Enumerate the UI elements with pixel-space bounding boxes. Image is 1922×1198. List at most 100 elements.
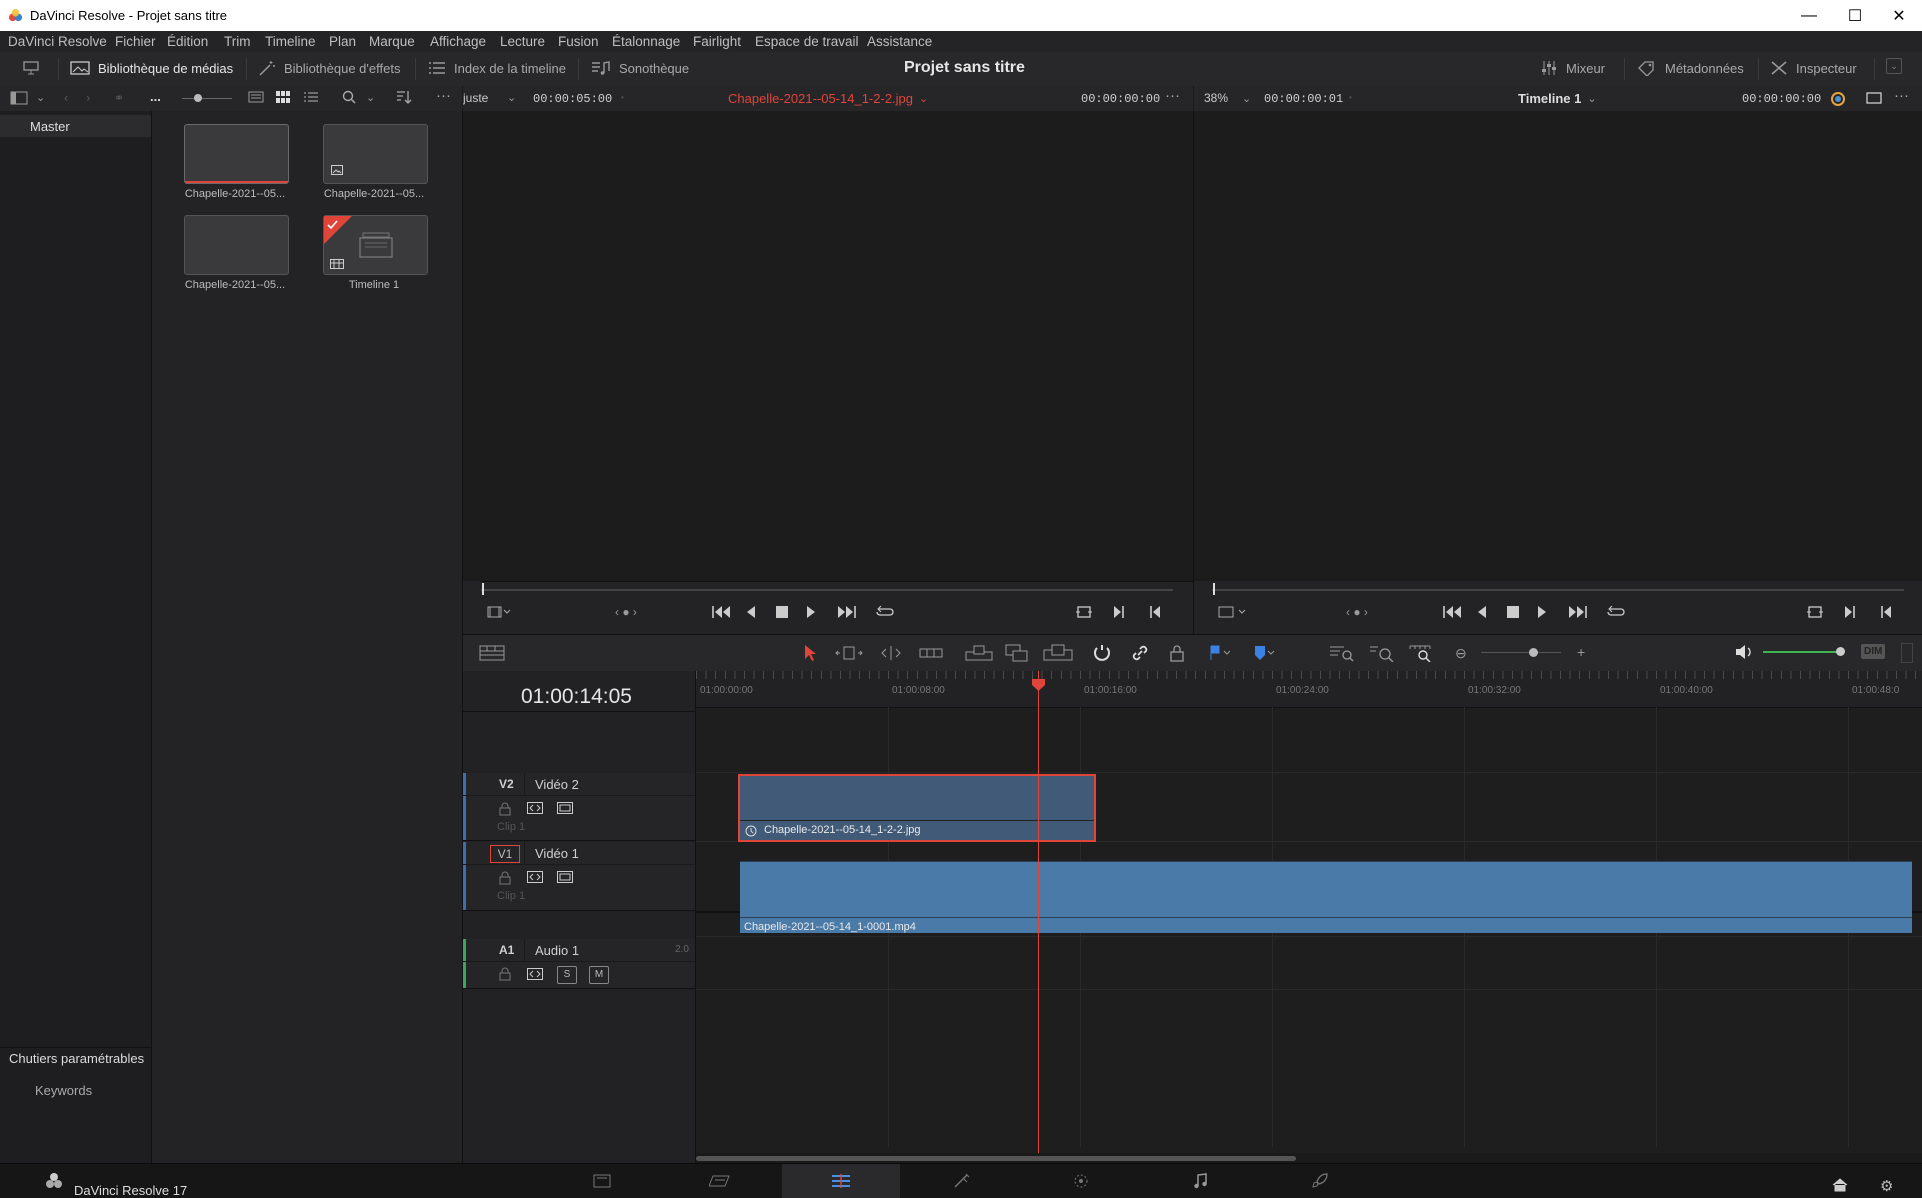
go-to-start-icon[interactable] xyxy=(1442,605,1462,619)
cut-page-button[interactable] xyxy=(661,1164,779,1198)
menu-marque[interactable]: Marque xyxy=(369,34,415,49)
snapping-icon[interactable] xyxy=(1093,644,1111,662)
mixer-button[interactable]: Mixeur xyxy=(1540,60,1605,76)
minimize-button[interactable]: — xyxy=(1786,0,1832,31)
blade-tool-icon[interactable] xyxy=(919,645,943,661)
forward-nav-icon[interactable]: › xyxy=(86,90,90,105)
auto-track-select-icon[interactable] xyxy=(527,802,543,814)
timeline-viewer-options-icon[interactable]: ··· xyxy=(1894,87,1909,104)
overwrite-clip-icon[interactable] xyxy=(1005,644,1029,662)
jog-control-icon[interactable]: ‹ ● › xyxy=(615,605,637,619)
zoom-out-icon[interactable]: ⊖ xyxy=(1455,645,1467,662)
menu-davinci-resolve[interactable]: DaVinci Resolve xyxy=(8,34,107,49)
search-dropdown-icon[interactable]: ⌄ xyxy=(366,91,375,104)
timeline-zoom-slider[interactable] xyxy=(1481,648,1561,657)
media-clip-thumbnail[interactable] xyxy=(184,215,289,275)
source-viewer[interactable] xyxy=(463,111,1194,581)
mark-in-icon[interactable] xyxy=(1113,605,1125,619)
timeline-index-button[interactable]: Index de la timeline xyxy=(428,60,566,76)
insert-clip-icon[interactable] xyxy=(965,644,993,662)
selection-tool-icon[interactable] xyxy=(803,644,817,662)
track-header-a1[interactable]: A1 Audio 1 2.0 S M xyxy=(463,939,695,989)
sort-icon[interactable] xyxy=(396,90,412,104)
workspace-icon[interactable] xyxy=(22,60,40,76)
lock-icon[interactable] xyxy=(499,871,511,885)
maximize-button[interactable]: ☐ xyxy=(1832,0,1878,31)
flag-icon[interactable] xyxy=(1209,645,1233,661)
trim-tool-icon[interactable] xyxy=(835,645,863,661)
timeline-ruler[interactable]: 01:00:00:00 01:00:08:00 01:00:16:00 01:0… xyxy=(696,671,1922,708)
effects-library-button[interactable]: Bibliothèque d'effets xyxy=(258,60,400,76)
expand-options-button[interactable]: ⌄ xyxy=(1886,58,1902,74)
metadata-view-icon[interactable] xyxy=(248,91,264,103)
zoom-in-icon[interactable]: + xyxy=(1577,644,1585,660)
marker-icon[interactable] xyxy=(1253,645,1277,661)
track-header-v1[interactable]: V1 Vidéo 1 Clip 1 xyxy=(463,842,695,911)
timeline-scrollbar-thumb[interactable] xyxy=(696,1156,1296,1161)
disable-track-icon[interactable] xyxy=(557,871,573,883)
zoom-dropdown[interactable]: 38% ⌄ xyxy=(1204,91,1251,105)
media-library-button[interactable]: Bibliothèque de médias xyxy=(70,60,233,76)
timeline-clip-v2[interactable]: Chapelle-2021--05-14_1-2-2.jpg xyxy=(738,774,1096,842)
zoom-custom-icon[interactable] xyxy=(1409,644,1435,662)
fit-dropdown[interactable]: Ajuste ⌄ xyxy=(463,86,523,111)
thumbnail-size-slider[interactable] xyxy=(182,94,232,102)
single-viewer-icon[interactable] xyxy=(1866,92,1882,104)
menu-espace-de-travail[interactable]: Espace de travail xyxy=(755,34,859,49)
volume-slider[interactable] xyxy=(1763,647,1845,656)
link-bins-icon[interactable]: ⚭ xyxy=(114,91,124,105)
close-button[interactable]: ✕ xyxy=(1876,0,1922,31)
metadata-button[interactable]: Métadonnées xyxy=(1637,60,1744,76)
viewer-mode-icon[interactable] xyxy=(1218,606,1248,618)
color-page-button[interactable] xyxy=(1022,1164,1140,1198)
match-frame-icon[interactable] xyxy=(1806,605,1824,619)
timeline-name-dropdown[interactable]: Timeline 1 ⌄ xyxy=(1518,91,1597,106)
list-view-icon[interactable] xyxy=(304,91,318,103)
menu-timeline[interactable]: Timeline xyxy=(265,34,316,49)
track-name-v1[interactable]: Vidéo 1 xyxy=(535,846,579,861)
track-id-a1[interactable]: A1 xyxy=(499,943,514,957)
solo-button[interactable]: S xyxy=(557,966,577,984)
menu-affichage[interactable]: Affichage xyxy=(430,34,486,49)
media-page-button[interactable] xyxy=(543,1164,661,1198)
loop-icon[interactable] xyxy=(875,605,895,619)
timeline-thumbnail[interactable] xyxy=(323,215,428,275)
zoom-detail-icon[interactable] xyxy=(1369,644,1395,662)
position-lock-icon[interactable] xyxy=(1169,644,1185,662)
sound-library-button[interactable]: Sonothèque xyxy=(591,60,689,76)
menu-fusion[interactable]: Fusion xyxy=(558,34,599,49)
audio-meter-toggle[interactable] xyxy=(1901,643,1913,663)
play-reverse-icon[interactable] xyxy=(746,605,756,619)
back-nav-icon[interactable]: ‹ xyxy=(64,90,68,105)
track-name-v2[interactable]: Vidéo 2 xyxy=(535,777,579,792)
go-to-start-icon[interactable] xyxy=(711,605,731,619)
track-id-v2[interactable]: V2 xyxy=(499,777,514,791)
media-clip-thumbnail[interactable] xyxy=(323,124,428,184)
source-scrubber[interactable] xyxy=(481,589,1173,591)
viewer-mode-icon[interactable] xyxy=(487,606,511,618)
menu-fairlight[interactable]: Fairlight xyxy=(693,34,741,49)
timeline-scrollbar[interactable] xyxy=(696,1153,1922,1163)
mute-button[interactable]: M xyxy=(589,966,609,984)
menu-edition[interactable]: Édition xyxy=(167,34,208,49)
search-icon[interactable] xyxy=(342,90,356,104)
go-to-end-icon[interactable] xyxy=(1568,605,1588,619)
auto-track-select-icon[interactable] xyxy=(527,871,543,883)
timeline-viewer-playhead[interactable] xyxy=(1213,583,1215,595)
source-clip-dropdown[interactable]: Chapelle-2021--05-14_1-2-2.jpg ⌄ xyxy=(728,91,928,106)
color-wheel-icon[interactable] xyxy=(1830,91,1846,107)
play-reverse-icon[interactable] xyxy=(1477,605,1487,619)
zoom-full-timeline-icon[interactable] xyxy=(1329,644,1355,662)
dynamic-trim-icon[interactable] xyxy=(877,645,905,661)
master-bin[interactable]: Master xyxy=(0,115,151,137)
media-clip-thumbnail[interactable] xyxy=(184,124,289,184)
menu-fichier[interactable]: Fichier xyxy=(115,34,156,49)
mark-out-icon[interactable] xyxy=(1880,605,1892,619)
sidebar-dropdown-icon[interactable]: ⌄ xyxy=(36,91,45,104)
track-id-v1[interactable]: V1 xyxy=(490,845,520,863)
match-frame-icon[interactable] xyxy=(1075,605,1093,619)
stop-icon[interactable] xyxy=(776,606,788,618)
play-icon[interactable] xyxy=(1537,605,1547,619)
playhead-handle-icon[interactable] xyxy=(1032,679,1045,691)
source-options-icon[interactable]: ··· xyxy=(1165,87,1180,104)
